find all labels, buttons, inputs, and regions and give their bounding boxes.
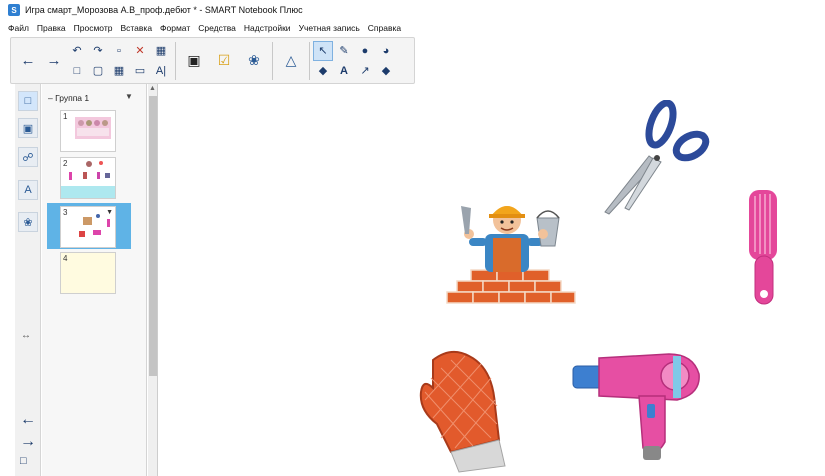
menu-help[interactable]: Справка: [368, 23, 401, 33]
smart-notebook-icon: S: [8, 4, 20, 16]
builder-image[interactable]: [441, 194, 581, 318]
previous-page-icon[interactable]: ←: [17, 50, 39, 72]
menu-tools[interactable]: Средства: [198, 23, 236, 33]
fill-tool-icon[interactable]: ◆: [313, 61, 333, 81]
previous-page-side-icon[interactable]: ←: [20, 411, 36, 429]
properties-tab[interactable]: A: [18, 180, 38, 200]
window-title: Игра смарт_Морозова А.В_проф.дебют * - S…: [25, 5, 303, 15]
delete-icon[interactable]: ✕: [130, 41, 150, 61]
page-menu-icon[interactable]: ▼: [106, 209, 113, 216]
menu-insert[interactable]: Вставка: [120, 23, 152, 33]
undo-icon[interactable]: ↶: [67, 41, 87, 61]
page-preview: [75, 117, 111, 139]
oven-mitt-image[interactable]: [411, 348, 521, 474]
menu-view[interactable]: Просмотр: [74, 23, 113, 33]
eraser-icon[interactable]: ◆: [376, 61, 396, 81]
title-bar: S Игра смарт_Морозова А.В_проф.дебют * -…: [0, 0, 825, 20]
text-tool-icon[interactable]: A: [334, 61, 354, 81]
menu-file[interactable]: Файл: [8, 23, 29, 33]
next-page-side-icon[interactable]: →: [20, 433, 36, 451]
menu-account[interactable]: Учетная запись: [299, 23, 360, 33]
hair-dryer-image[interactable]: [569, 348, 709, 466]
save-icon[interactable]: ▦: [109, 61, 129, 81]
page-preview: [61, 161, 115, 198]
line-tool-icon[interactable]: ↗: [355, 61, 375, 81]
toolbar-separator: [272, 41, 273, 80]
pen-tool-icon[interactable]: ✎: [334, 41, 354, 61]
select-tool-icon[interactable]: ↖: [313, 40, 333, 61]
panel-resize-icon[interactable]: ↔: [21, 330, 31, 341]
page-number: 1: [63, 112, 68, 121]
page-number: 3: [63, 208, 68, 217]
sidebar-tabs: □ ▣ ☍ A ❀ ↔ ← → □: [15, 84, 41, 476]
notebook-canvas[interactable]: [159, 84, 825, 476]
page-sorter-tab[interactable]: □: [18, 91, 38, 111]
next-page-icon[interactable]: →: [43, 50, 65, 72]
attachments-tab[interactable]: ☍: [18, 147, 38, 167]
sorter-scrollbar[interactable]: ▲: [148, 84, 158, 476]
paste-icon[interactable]: ▫: [109, 41, 129, 61]
redo-icon[interactable]: ↷: [88, 41, 108, 61]
lab-tools-icon[interactable]: △: [276, 41, 306, 81]
addons-icon[interactable]: ❀: [239, 41, 269, 81]
shape-tool-icon[interactable]: ●: [355, 41, 375, 61]
toolbar-separator: [309, 41, 310, 80]
menu-format[interactable]: Формат: [160, 23, 190, 33]
page-sorter: – Группа 1 ▼ 1 2 3 ▼ 4: [42, 84, 147, 476]
comb-image[interactable]: [745, 186, 785, 308]
page-thumbnail-4[interactable]: 4: [60, 252, 116, 294]
open-file-icon[interactable]: ▢: [88, 61, 108, 81]
scroll-up-icon[interactable]: ▲: [149, 85, 156, 92]
text-recognition-icon[interactable]: A|: [151, 61, 171, 81]
add-page-side-icon[interactable]: □: [20, 455, 27, 467]
menu-bar: Файл Правка Просмотр Вставка Формат Сред…: [0, 21, 825, 35]
scroll-thumb[interactable]: [149, 96, 157, 376]
page-number: 2: [63, 159, 68, 168]
magic-pen-icon[interactable]: ◕: [376, 41, 396, 61]
table-icon[interactable]: ▦: [151, 41, 171, 61]
menu-addons[interactable]: Надстройки: [244, 23, 291, 33]
screen-shade-icon[interactable]: ▭: [130, 61, 150, 81]
page-thumbnail-3[interactable]: 3 ▼: [60, 206, 116, 248]
group-label[interactable]: – Группа 1: [48, 93, 89, 103]
addons-tab[interactable]: ❀: [18, 212, 38, 232]
add-page-icon[interactable]: □: [67, 61, 87, 81]
toolbar-separator: [175, 41, 176, 80]
toolbar: ← → ↶ ↷ ▫ □ ▢ ▦ ✕ ▦ ▭ A| ▣ ☑ ❀ △ ↖ ✎ ● ◆…: [10, 37, 415, 84]
scissors-image[interactable]: [599, 100, 711, 216]
gallery-tab[interactable]: ▣: [18, 118, 38, 138]
document-camera-icon[interactable]: ▣: [179, 41, 209, 81]
menu-edit[interactable]: Правка: [37, 23, 66, 33]
page-number: 4: [63, 254, 68, 263]
page-thumbnail-1[interactable]: 1: [60, 110, 116, 152]
group-menu-icon[interactable]: ▼: [125, 92, 133, 101]
page-thumbnail-2[interactable]: 2: [60, 157, 116, 199]
activity-builder-icon[interactable]: ☑: [209, 41, 239, 81]
